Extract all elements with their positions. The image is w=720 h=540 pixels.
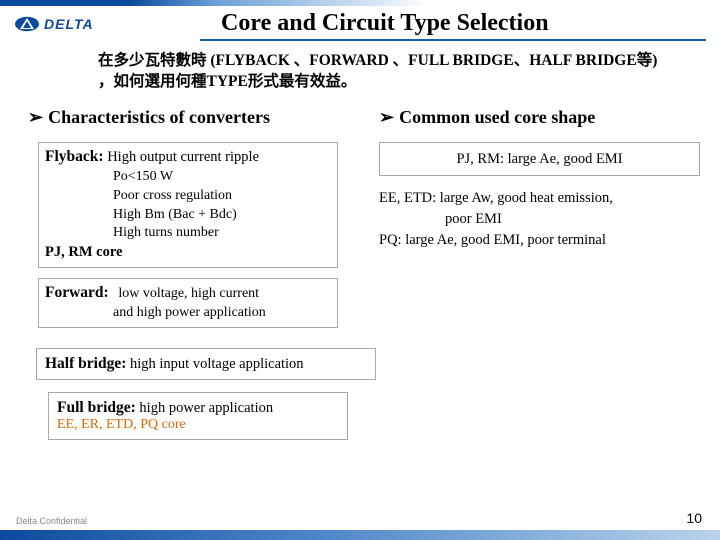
core-notes: EE, ETD: large Aw, good heat emission, p… <box>379 188 700 251</box>
flyback-core: PJ, RM core <box>45 243 331 263</box>
bullet-arrow-icon: ➢ <box>28 107 48 127</box>
right-heading: ➢ Common used core shape <box>379 107 700 128</box>
footer-bar <box>0 520 720 540</box>
half-rest: high input voltage application <box>130 356 304 372</box>
note-ee-etd-2: poor EMI <box>445 209 700 230</box>
subtitle-text: 在多少瓦特數時 (FLYBACK 、FORWARD 、FULL BRIDGE、H… <box>98 51 660 93</box>
forward-line: Forward: low voltage, high current <box>45 283 331 304</box>
note-ee-etd: EE, ETD: large Aw, good heat emission, <box>379 188 700 209</box>
flyback-l5: High turns number <box>113 224 331 243</box>
content-columns: ➢ Characteristics of converters Flyback:… <box>0 93 720 338</box>
right-heading-text: Common used core shape <box>399 107 595 127</box>
flyback-lead: Flyback: <box>45 148 104 165</box>
forward-l2: and high power application <box>113 304 331 323</box>
slide-title: Core and Circuit Type Selection <box>104 10 706 37</box>
flyback-line: Flyback: High output current ripple <box>45 147 331 168</box>
delta-logo: DELTA <box>14 16 94 32</box>
full-bridge-box: Full bridge: high power application EE, … <box>48 392 348 440</box>
title-underline <box>200 39 706 41</box>
left-heading-text: Characteristics of converters <box>48 107 270 127</box>
full-rest: high power application <box>139 400 273 416</box>
pj-rm-box: PJ, RM: large Ae, good EMI <box>379 142 700 176</box>
left-heading: ➢ Characteristics of converters <box>28 107 349 128</box>
forward-l1: low voltage, high current <box>118 286 259 301</box>
half-bridge-box: Half bridge: high input voltage applicat… <box>36 348 376 380</box>
full-line: Full bridge: high power application <box>57 399 339 417</box>
delta-logo-icon <box>14 16 40 32</box>
right-column: ➢ Common used core shape PJ, RM: large A… <box>379 107 700 338</box>
full-core: EE, ER, ETD, PQ core <box>57 417 339 433</box>
flyback-l2: Po<150 W <box>113 168 331 187</box>
left-column: ➢ Characteristics of converters Flyback:… <box>28 107 349 338</box>
header: DELTA Core and Circuit Type Selection <box>0 6 720 37</box>
flyback-l1: High output current ripple <box>107 149 259 165</box>
bullet-arrow-icon: ➢ <box>379 107 399 127</box>
flyback-l3: Poor cross regulation <box>113 187 331 206</box>
full-lead: Full bridge: <box>57 399 136 416</box>
delta-logo-text: DELTA <box>44 16 94 32</box>
flyback-box: Flyback: High output current ripple Po<1… <box>38 142 338 268</box>
forward-box: Forward: low voltage, high current and h… <box>38 278 338 328</box>
flyback-l4: High Bm (Bac + Bdc) <box>113 206 331 225</box>
half-lead: Half bridge: <box>45 355 126 372</box>
forward-lead: Forward: <box>45 284 109 301</box>
note-pq: PQ: large Ae, good EMI, poor terminal <box>379 230 700 251</box>
